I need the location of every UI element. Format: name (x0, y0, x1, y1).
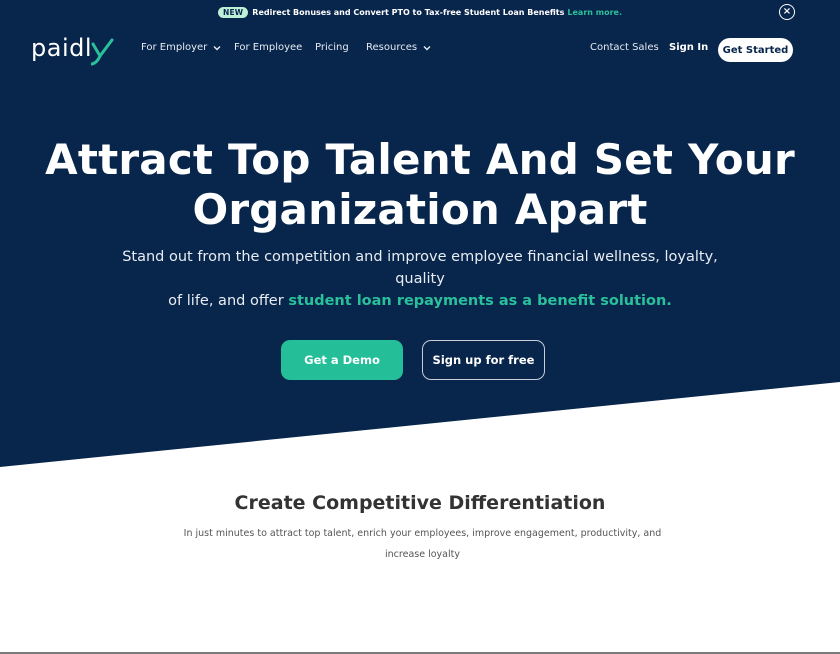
sign-up-free-button[interactable]: Sign up for free (422, 340, 545, 380)
section-description: In just minutes to attract top talent, e… (180, 523, 665, 565)
close-icon: × (782, 6, 792, 17)
get-demo-button[interactable]: Get a Demo (281, 340, 403, 380)
chevron-down-icon (423, 45, 431, 50)
announcement-text: Redirect Bonuses and Convert PTO to Tax-… (252, 7, 565, 17)
section-description-line-2: increase loyalty (385, 549, 460, 560)
contact-sales-label: Contact Sales (590, 42, 659, 53)
nav-for-employer-label: For Employer (141, 42, 208, 53)
hero-title-line-2: Organization Apart (192, 185, 648, 234)
logo-y-mark-icon (91, 38, 114, 66)
hero-title: Attract Top Talent And Set Your Organiza… (0, 135, 840, 235)
paidly-logo[interactable]: paidl (31, 34, 115, 66)
get-started-button[interactable]: Get Started (718, 38, 793, 62)
hero-subtitle-line-2: of life, and offer student loan repaymen… (100, 290, 740, 312)
announcement-bar: NEW Redirect Bonuses and Convert PTO to … (0, 0, 840, 24)
nav-pricing-label: Pricing (315, 42, 349, 53)
hero-title-line-1: Attract Top Talent And Set Your (45, 135, 795, 184)
hero-subtitle-prefix: of life, and offer (168, 293, 289, 309)
contact-sales-link[interactable]: Contact Sales (590, 42, 659, 53)
hero-subtitle-accent: student loan repayments as a benefit sol… (288, 293, 672, 309)
nav-resources[interactable]: Resources (366, 42, 431, 53)
nav-for-employer[interactable]: For Employer (141, 42, 221, 53)
sign-in-label: Sign In (669, 42, 709, 53)
learn-more-link[interactable]: Learn more. (567, 8, 622, 17)
logo-text: paidl (31, 34, 93, 62)
hero-background (0, 0, 840, 467)
close-announcement-button[interactable]: × (779, 4, 795, 20)
nav-for-employee[interactable]: For Employee (234, 42, 302, 53)
chevron-down-icon (213, 45, 221, 50)
nav-for-employee-label: For Employee (234, 42, 303, 53)
section-title: Create Competitive Differentiation (234, 492, 606, 514)
hero-subtitle-line-1: Stand out from the competition and impro… (122, 249, 718, 287)
nav-resources-label: Resources (366, 42, 418, 53)
nav-pricing[interactable]: Pricing (315, 42, 349, 53)
hero-subtitle: Stand out from the competition and impro… (100, 246, 740, 312)
section-description-line-1: In just minutes to attract top talent, e… (183, 528, 662, 539)
new-badge: NEW (218, 6, 249, 18)
main-nav: paidl For Employer For Employee Pricing … (0, 30, 840, 68)
sign-in-link[interactable]: Sign In (669, 42, 708, 53)
